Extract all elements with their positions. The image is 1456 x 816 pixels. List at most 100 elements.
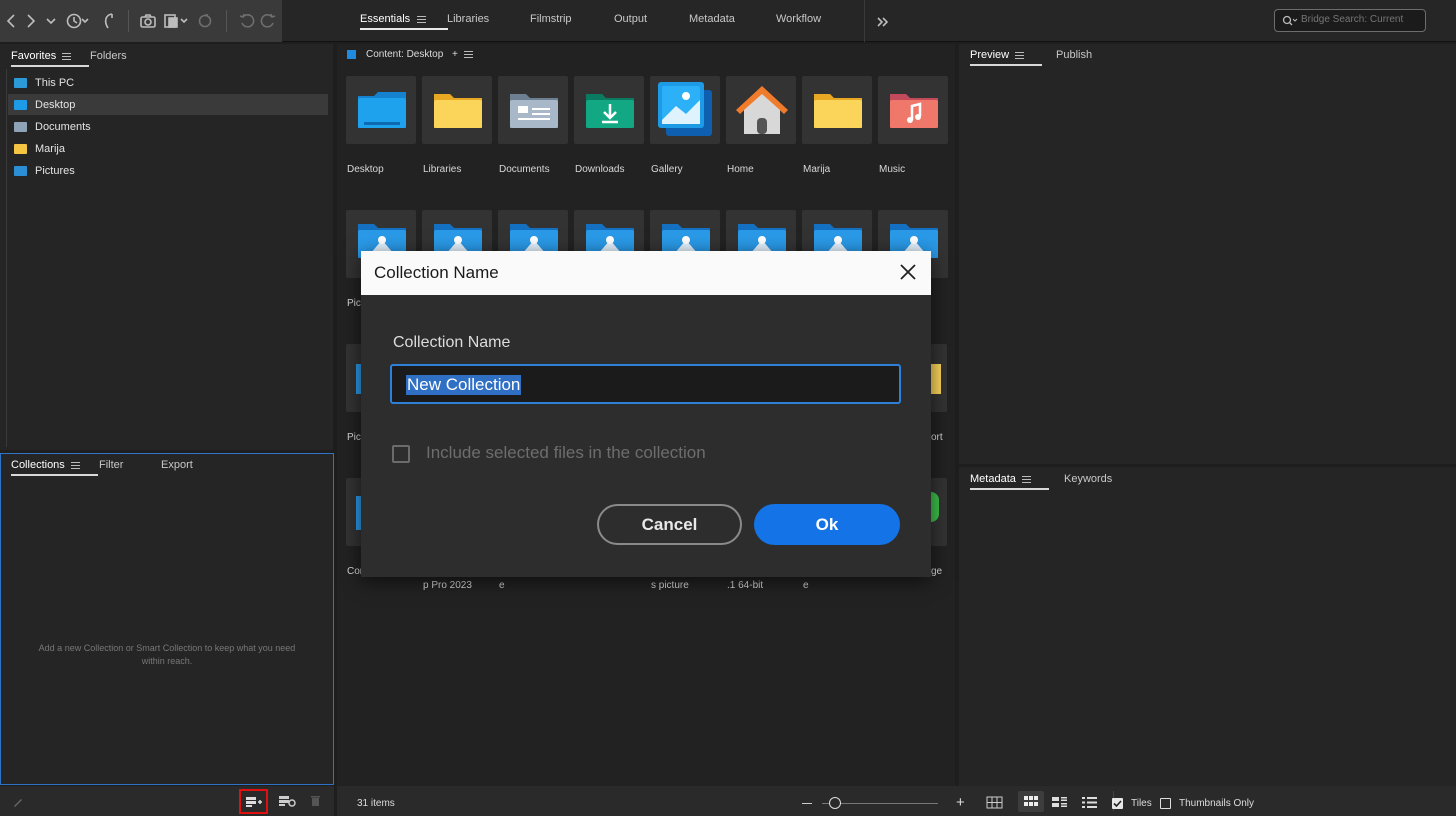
sidebar-item-this-pc[interactable]: This PC — [8, 72, 328, 93]
tab-libraries[interactable]: Libraries — [447, 13, 489, 25]
new-collection-button[interactable] — [239, 789, 268, 814]
search-box[interactable] — [1274, 9, 1426, 32]
tab-metadata-panel[interactable]: Metadata — [970, 473, 1049, 490]
tab-essentials[interactable]: Essentials — [360, 13, 449, 30]
refine-icon[interactable] — [163, 11, 191, 31]
item-count: 31 items — [357, 798, 395, 809]
cancel-button[interactable]: Cancel — [597, 504, 742, 545]
tiles-checkbox[interactable] — [1112, 798, 1123, 809]
sidebar-item-marija[interactable]: Marija — [8, 138, 328, 159]
tab-folders[interactable]: Folders — [90, 50, 127, 62]
collection-name-input[interactable]: New Collection — [406, 375, 522, 395]
thumbnails-only-checkbox[interactable] — [1160, 798, 1171, 809]
new-collection-icon — [246, 797, 262, 807]
content-header-label: Content: Desktop — [366, 49, 444, 60]
ok-button[interactable]: Ok — [754, 504, 900, 545]
tile-downloads[interactable] — [574, 76, 644, 144]
documents-icon — [14, 121, 27, 132]
grid-lock-icon[interactable] — [986, 796, 1003, 809]
tile-partial[interactable] — [931, 344, 947, 412]
tile-label: Music — [879, 164, 906, 175]
tile-label: e — [499, 580, 505, 591]
sidebar-item-documents[interactable]: Documents — [8, 116, 328, 137]
tile-label: Home — [727, 164, 754, 175]
thumbnail-view-button[interactable] — [1018, 791, 1044, 812]
tile-label: .1 64-bit — [727, 580, 764, 591]
sync-icon[interactable] — [196, 11, 214, 31]
camera-download-icon[interactable] — [139, 11, 159, 31]
more-workspaces-icon[interactable] — [876, 12, 890, 32]
menu-icon[interactable] — [62, 52, 72, 60]
menu-icon[interactable] — [70, 461, 80, 469]
new-smart-collection-icon[interactable] — [278, 795, 296, 808]
tile-label: e — [803, 580, 809, 591]
boomerang-icon[interactable] — [100, 11, 116, 31]
include-selected-checkbox[interactable] — [392, 445, 410, 463]
chevron-down-icon[interactable] — [44, 11, 58, 31]
check-icon — [1113, 800, 1122, 808]
add-icon[interactable]: + — [452, 49, 458, 60]
tile-label: Gallery — [651, 164, 683, 175]
trash-icon[interactable] — [310, 795, 321, 807]
tile-libraries[interactable] — [422, 76, 492, 144]
tab-output[interactable]: Output — [614, 13, 647, 25]
zoom-slider-thumb[interactable] — [829, 797, 841, 809]
tile-label: s picture — [651, 580, 689, 591]
folder-icon — [14, 143, 27, 154]
content-bottom-bar: 31 items + Tiles Thumbnails Only — [337, 786, 1456, 816]
thumbnail-grid-icon — [1024, 796, 1038, 806]
tile-documents[interactable] — [498, 76, 568, 144]
zoom-out-icon[interactable] — [802, 803, 812, 804]
tile-partial[interactable] — [931, 478, 947, 546]
tab-collections[interactable]: Collections — [11, 459, 98, 476]
tab-publish[interactable]: Publish — [1056, 49, 1092, 61]
menu-icon[interactable] — [1015, 51, 1025, 59]
toolbar-divider — [128, 10, 129, 32]
details-view-icon[interactable] — [1052, 797, 1067, 808]
tile-label: p Pro 2023 — [423, 580, 472, 591]
tile-label: Pic — [347, 298, 361, 309]
zoom-in-icon[interactable]: + — [956, 795, 965, 810]
search-input[interactable] — [1301, 14, 1421, 25]
tab-filmstrip[interactable]: Filmstrip — [530, 13, 572, 25]
tile-gallery[interactable] — [650, 76, 720, 144]
sidebar-item-label: Pictures — [35, 164, 75, 177]
rotate-right-icon[interactable] — [259, 11, 277, 31]
empty-message-line: Add a new Collection or Smart Collection… — [38, 643, 296, 653]
tab-export[interactable]: Export — [161, 459, 193, 471]
collection-name-dialog: Collection Name Collection Name New Coll… — [361, 251, 931, 577]
tab-favorites[interactable]: Favorites — [11, 50, 90, 67]
menu-icon[interactable] — [1021, 475, 1031, 483]
desktop-folder-icon — [14, 99, 27, 110]
sidebar-item-label: This PC — [35, 76, 75, 89]
recent-history-icon[interactable] — [64, 11, 92, 31]
collections-bottom-bar — [0, 786, 334, 816]
tab-metadata[interactable]: Metadata — [689, 13, 735, 25]
tile-label: Libraries — [423, 164, 462, 175]
tile-music[interactable] — [878, 76, 948, 144]
forward-icon[interactable] — [24, 11, 38, 31]
toolbar-divider — [226, 10, 227, 32]
menu-icon[interactable] — [463, 50, 473, 58]
sidebar-item-pictures[interactable]: Pictures — [8, 160, 328, 181]
sidebar-item-desktop[interactable]: Desktop — [8, 94, 328, 115]
favorites-panel: Favorites Folders This PC Desktop Docume… — [0, 44, 333, 450]
tile-home[interactable] — [726, 76, 796, 144]
collection-name-field[interactable]: New Collection — [390, 364, 901, 404]
tab-workflow[interactable]: Workflow — [776, 13, 821, 25]
tab-preview[interactable]: Preview — [970, 49, 1043, 66]
menu-icon[interactable] — [417, 15, 427, 23]
close-icon[interactable] — [897, 261, 919, 283]
tile-marija[interactable] — [802, 76, 872, 144]
tile-label: Marija — [803, 164, 831, 175]
list-view-icon[interactable] — [1082, 797, 1097, 808]
tab-filter[interactable]: Filter — [99, 459, 123, 471]
back-icon[interactable] — [4, 11, 18, 31]
pencil-icon[interactable] — [12, 796, 24, 808]
tile-label: ort — [931, 432, 943, 443]
tab-keywords[interactable]: Keywords — [1064, 473, 1112, 485]
navigation-tool-group — [0, 0, 282, 42]
rotate-left-icon[interactable] — [238, 11, 256, 31]
tab-label: Essentials — [360, 13, 411, 25]
tile-desktop[interactable] — [346, 76, 416, 144]
